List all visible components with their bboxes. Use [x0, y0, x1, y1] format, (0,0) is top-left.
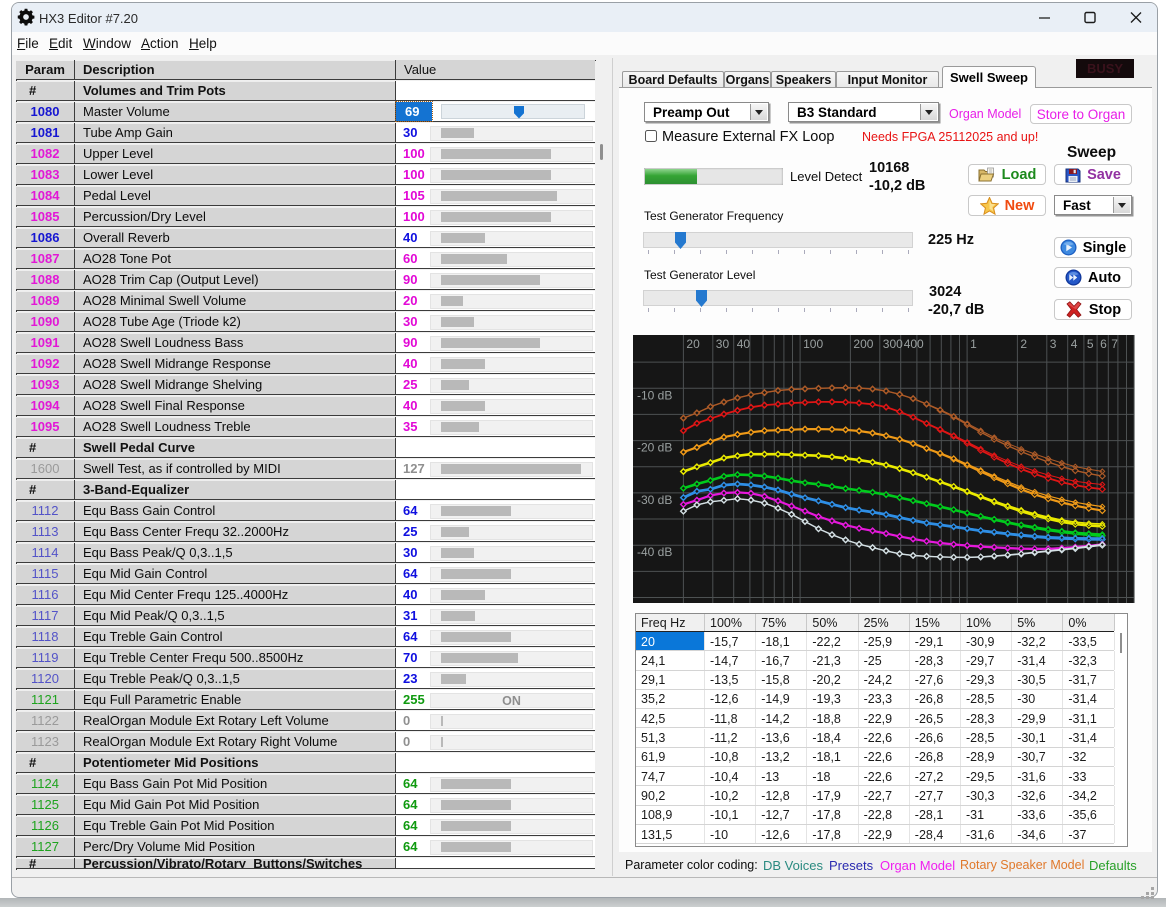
- svg-text:7: 7: [1111, 337, 1118, 351]
- svg-text:400: 400: [904, 337, 924, 351]
- svg-text:300: 300: [883, 337, 903, 351]
- svg-text:20: 20: [686, 337, 700, 351]
- svg-text:40: 40: [737, 337, 751, 351]
- svg-text:3: 3: [1050, 337, 1057, 351]
- svg-text:5: 5: [1087, 337, 1094, 351]
- svg-text:4: 4: [1071, 337, 1078, 351]
- svg-text:-40 dB: -40 dB: [637, 545, 672, 559]
- svg-text:6: 6: [1100, 337, 1107, 351]
- svg-text:-30 dB: -30 dB: [637, 493, 672, 507]
- svg-text:2: 2: [1020, 337, 1027, 351]
- svg-text:-20 dB: -20 dB: [637, 441, 672, 455]
- svg-text:200: 200: [853, 337, 873, 351]
- svg-text:30: 30: [716, 337, 730, 351]
- svg-text:-10 dB: -10 dB: [637, 388, 672, 402]
- svg-text:100: 100: [803, 337, 823, 351]
- svg-text:1: 1: [970, 337, 977, 351]
